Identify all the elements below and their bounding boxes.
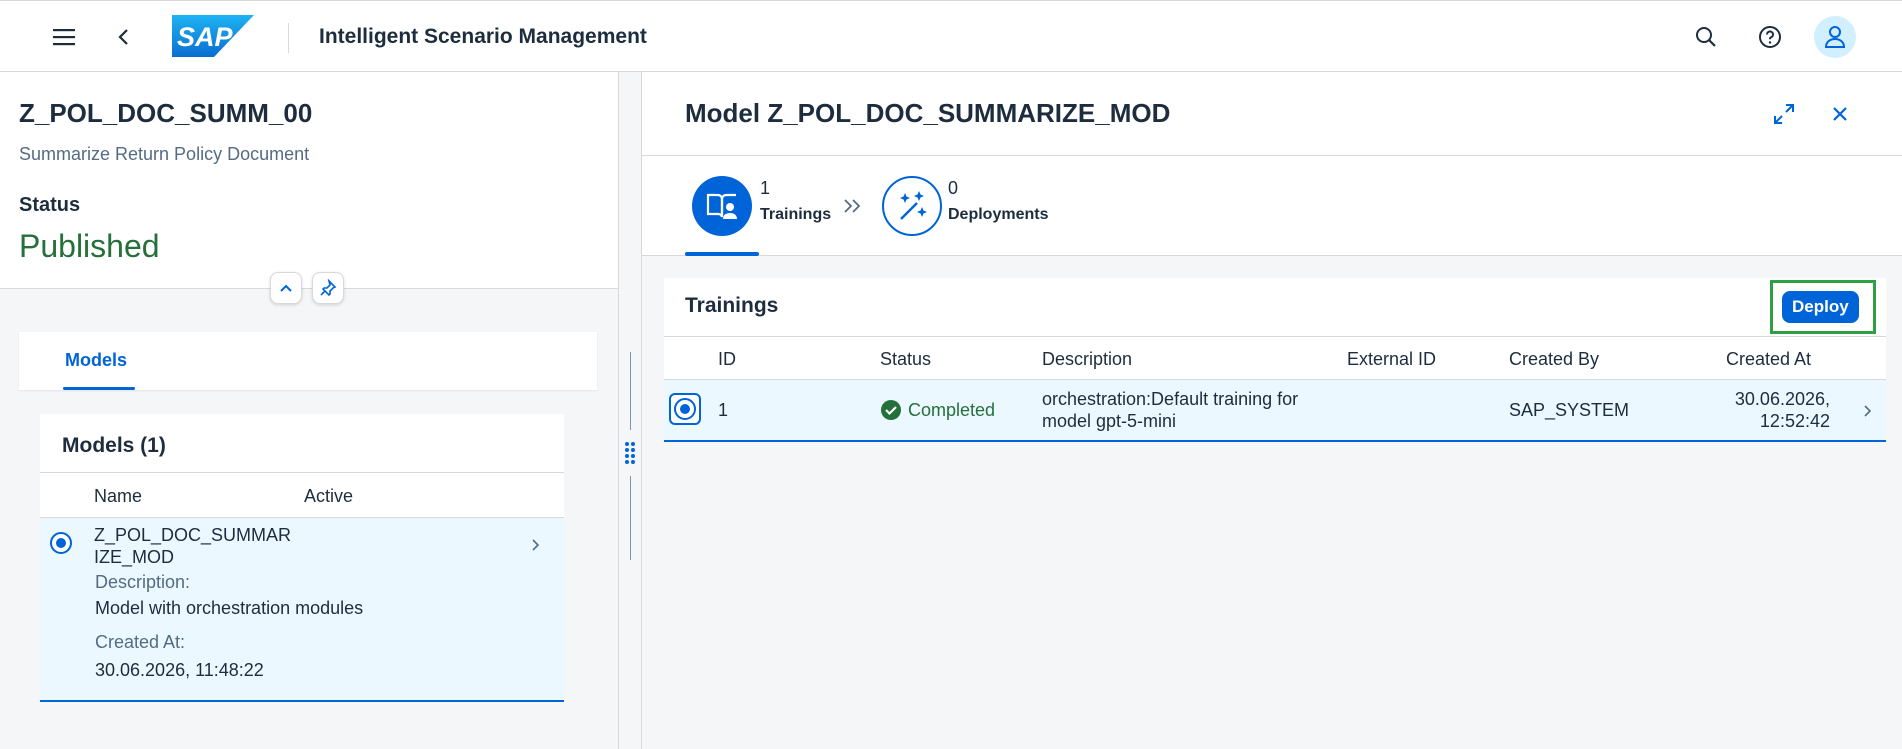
app-title: Intelligent Scenario Management [319,25,647,48]
object-title: Z_POL_DOC_SUMM_00 [19,98,313,128]
menu-button[interactable] [44,19,84,55]
training-created-at: 30.06.2026, 12:52:42 [1704,388,1830,432]
row-select-radio[interactable] [674,398,696,420]
row-select-radio[interactable] [50,532,72,554]
table-row[interactable]: Z_POL_DOC_SUMMARIZE_MOD Description: Mod… [40,518,564,702]
trainings-count: 1 [760,178,771,198]
created-at-value: 30.06.2026, 11:48:22 [95,660,264,680]
trainings-table: Trainings Deploy ID Status Description E… [664,278,1886,444]
models-table-title: Models (1) [62,434,166,457]
shell-bar: SAP Intelligent Scenario Management [0,0,1902,72]
training-created-at-line1: 30.06.2026, [1734,389,1830,409]
training-description-line1: orchestration:Default training for [1042,389,1299,409]
tab-underline [63,387,135,390]
object-page: Z_POL_DOC_SUMM_00 Summarize Return Polic… [0,72,618,749]
back-icon [118,29,128,45]
chevron-right-icon [1864,405,1872,417]
column-header-status: Status [880,349,932,369]
user-icon [1824,26,1846,48]
models-table-header: Name Active [40,472,564,518]
search-icon [1696,27,1716,47]
table-row[interactable]: 1 Completed orchestration:Default traini… [664,380,1886,442]
detail-title: Model Z_POL_DOC_SUMMARIZE_MOD [685,98,1171,128]
collapse-header-button[interactable] [270,272,302,304]
column-header-external-id: External ID [1347,349,1437,369]
deployments-step-circle [882,176,942,236]
column-header-description: Description [1042,349,1133,369]
training-created-at-line2: 12:52:42 [1759,411,1830,431]
tab-models[interactable]: Models [65,350,127,371]
training-description-line2: model gpt-5-mini [1042,411,1177,431]
svg-text:SAP: SAP [177,22,234,52]
back-button[interactable] [108,19,140,55]
column-header-id: ID [718,349,736,369]
description-value: Model with orchestration modules [95,598,364,618]
row-select-box[interactable] [669,393,701,425]
trainings-toolbar: Trainings Deploy [664,278,1886,336]
help-button[interactable] [1752,19,1788,55]
training-description: orchestration:Default training for model… [1042,388,1298,432]
trainings-table-header: ID Status Description External ID Create… [664,336,1886,380]
close-button[interactable] [1822,96,1858,132]
step-active-underline [685,252,759,256]
splitter-line-bottom [630,476,631,560]
deployments-count: 0 [948,178,959,198]
user-avatar[interactable] [1814,16,1856,58]
fullscreen-button[interactable] [1766,96,1802,132]
column-header-name: Name [94,486,143,506]
fullscreen-icon [1774,104,1794,124]
drag-handle-icon[interactable] [623,440,637,466]
column-header-active: Active [304,486,354,506]
training-created-by: SAP_SYSTEM [1509,400,1630,420]
double-chevron-icon [844,199,861,213]
object-header: Z_POL_DOC_SUMM_00 Summarize Return Polic… [0,72,618,289]
detail-header: Model Z_POL_DOC_SUMMARIZE_MOD [642,72,1902,156]
menu-icon [53,29,75,46]
success-check-icon [881,400,901,420]
object-subtitle: Summarize Return Policy Document [19,144,310,164]
status-label: Status [19,194,81,216]
deployments-label: Deployments [948,206,1049,223]
training-status: Completed [880,399,995,421]
process-flow: 1 Trainings 0 Deployments [642,156,1902,256]
status-value: Published [19,228,160,264]
close-icon [1833,107,1847,121]
tab-bar: Models [19,332,597,390]
trainings-step-circle [692,176,752,236]
created-at-label: Created At: [95,632,186,652]
description-label: Description: [95,572,191,592]
magic-wand-icon [900,191,927,220]
shell-divider [288,23,289,53]
trainings-table-title: Trainings [685,294,779,317]
book-user-icon [706,193,737,219]
column-header-created-by: Created By [1509,349,1600,369]
chevron-up-icon [280,284,292,292]
column-splitter[interactable] [618,72,642,749]
chevron-right-icon [532,539,540,551]
trainings-label: Trainings [760,206,832,223]
deploy-highlight-frame: Deploy [1770,280,1876,334]
deploy-button[interactable]: Deploy [1782,291,1859,323]
detail-page: Model Z_POL_DOC_SUMMARIZE_MOD 1 Training… [642,72,1902,749]
column-header-created-at: Created At [1726,349,1812,369]
training-status-text: Completed [908,399,996,420]
pin-header-button[interactable] [312,272,344,304]
pin-icon [320,279,337,297]
model-name: Z_POL_DOC_SUMMARIZE_MOD [94,525,292,567]
training-id: 1 [718,400,729,420]
splitter-line-top [630,352,631,430]
sap-logo: SAP [172,15,254,57]
search-button[interactable] [1688,19,1724,55]
models-table: Models (1) Name Active Z_POL_DOC_SUMMARI… [40,414,564,702]
help-icon [1759,26,1781,48]
